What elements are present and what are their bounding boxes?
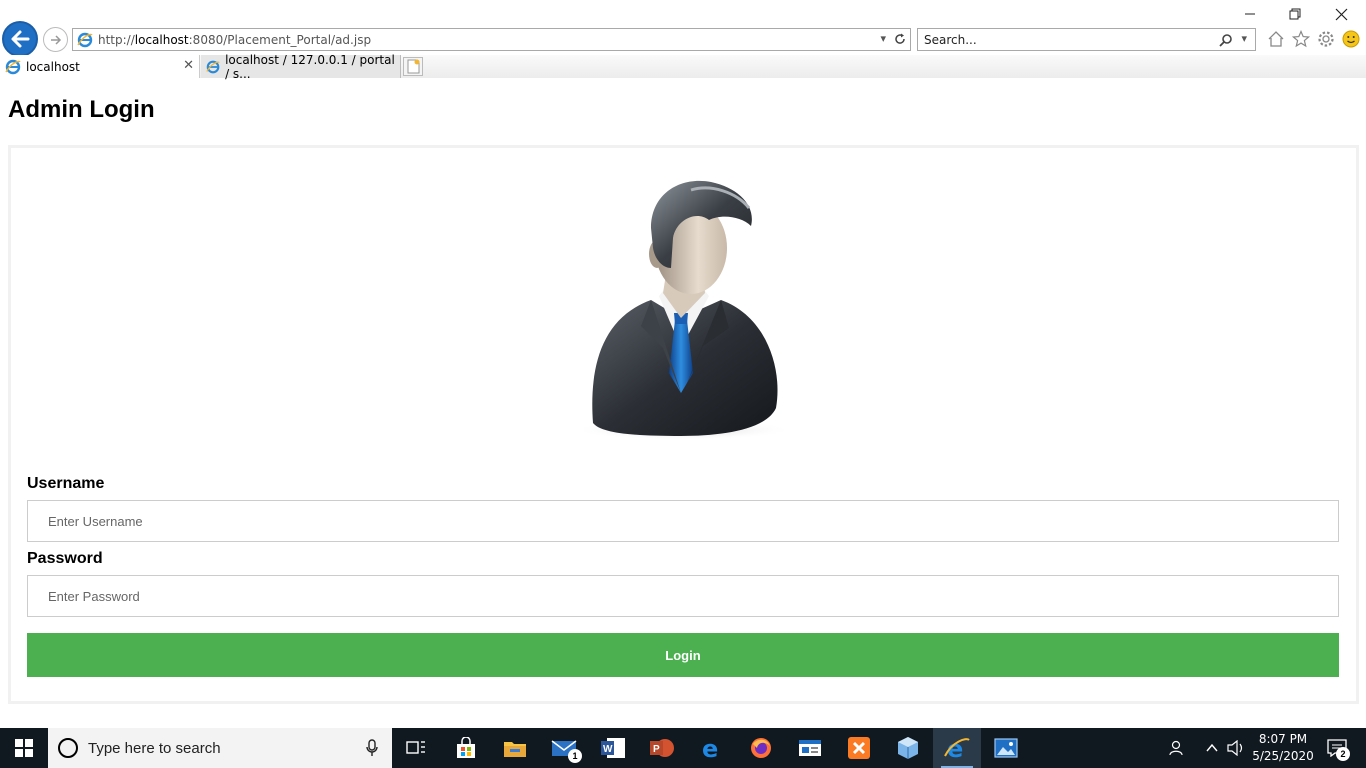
edge-icon: e bbox=[702, 736, 718, 760]
start-button[interactable] bbox=[0, 728, 48, 768]
tab-label: localhost bbox=[26, 59, 80, 74]
refresh-icon[interactable] bbox=[894, 33, 906, 45]
system-clock[interactable]: 8:07 PM 5/25/2020 bbox=[1248, 731, 1318, 765]
tab-localhost[interactable]: localhost ✕ bbox=[0, 55, 200, 78]
ie-tab-icon bbox=[206, 60, 220, 73]
volume-icon[interactable] bbox=[1227, 728, 1245, 768]
username-input[interactable] bbox=[27, 500, 1339, 542]
password-label: Password bbox=[27, 550, 103, 567]
close-window-button[interactable] bbox=[1326, 4, 1356, 24]
virtualbox-app[interactable] bbox=[884, 728, 932, 768]
ie-page-icon bbox=[77, 32, 93, 47]
taskbar-search-box[interactable]: Type here to search bbox=[48, 728, 392, 768]
close-icon bbox=[1335, 8, 1347, 20]
new-tab-button[interactable] bbox=[403, 57, 423, 76]
clock-time: 8:07 PM bbox=[1258, 732, 1308, 746]
taskbar-search-placeholder: Type here to search bbox=[88, 739, 221, 757]
cube-icon bbox=[898, 737, 918, 759]
tab-phpmyadmin[interactable]: localhost / 127.0.0.1 / portal / s... bbox=[201, 52, 401, 81]
internet-explorer-icon: e bbox=[944, 736, 970, 760]
file-explorer-app[interactable] bbox=[491, 728, 539, 768]
username-label: Username bbox=[27, 475, 105, 492]
chevron-up-icon[interactable] bbox=[1206, 728, 1218, 768]
windows-logo-icon bbox=[15, 739, 33, 757]
admin-avatar-image bbox=[573, 180, 791, 440]
clock-date: 5/25/2020 bbox=[1252, 749, 1314, 763]
search-icon[interactable] bbox=[1219, 33, 1233, 47]
tab-strip: localhost ✕ localhost / 127.0.0.1 / port… bbox=[0, 52, 1366, 81]
gear-icon[interactable] bbox=[1316, 29, 1336, 49]
powerpoint-icon: P bbox=[650, 739, 674, 757]
login-button[interactable]: Login bbox=[27, 633, 1339, 677]
minimize-button[interactable] bbox=[1235, 4, 1265, 24]
address-bar[interactable]: http://localhost:8080/Placement_Portal/a… bbox=[72, 28, 911, 51]
svg-text:e: e bbox=[702, 736, 718, 760]
login-form: Username Password Login bbox=[8, 145, 1359, 704]
notification-center-button[interactable]: 2 bbox=[1322, 728, 1352, 768]
address-tools: ▾ bbox=[880, 32, 906, 45]
internet-explorer-app[interactable]: e bbox=[933, 728, 981, 768]
smiley-feedback-icon[interactable] bbox=[1341, 29, 1361, 49]
taskbar: Type here to search 1 W P e e 8:07 PM 5/… bbox=[0, 728, 1366, 768]
folder-icon bbox=[504, 742, 526, 757]
store-bag-icon bbox=[457, 737, 475, 758]
browser-chrome: http://localhost:8080/Placement_Portal/a… bbox=[0, 0, 1366, 81]
search-input[interactable] bbox=[924, 32, 1204, 47]
photos-icon bbox=[994, 738, 1018, 758]
firefox-icon bbox=[751, 738, 771, 758]
notification-badge: 2 bbox=[1336, 747, 1350, 761]
search-dropdown-icon[interactable]: ▾ bbox=[1241, 32, 1247, 45]
search-bar[interactable]: ▾ bbox=[917, 28, 1256, 51]
forward-button[interactable] bbox=[43, 27, 68, 52]
dropdown-icon[interactable]: ▾ bbox=[880, 32, 886, 45]
photos-app[interactable] bbox=[982, 728, 1030, 768]
password-input[interactable] bbox=[27, 575, 1339, 617]
powerpoint-app[interactable]: P bbox=[638, 728, 686, 768]
minimize-icon bbox=[1245, 13, 1255, 15]
restore-icon bbox=[1289, 8, 1301, 20]
favorites-star-icon[interactable] bbox=[1291, 29, 1311, 49]
task-view-icon bbox=[406, 741, 425, 754]
url-text: http://localhost:8080/Placement_Portal/a… bbox=[98, 32, 372, 47]
back-button[interactable] bbox=[2, 21, 38, 57]
word-app[interactable]: W bbox=[589, 728, 637, 768]
tab-label: localhost / 127.0.0.1 / portal / s... bbox=[225, 52, 395, 81]
microphone-icon[interactable] bbox=[366, 739, 378, 757]
restore-button[interactable] bbox=[1280, 4, 1310, 24]
edge-app[interactable]: e bbox=[688, 728, 736, 768]
home-icon[interactable] bbox=[1266, 29, 1286, 49]
mail-app[interactable]: 1 bbox=[540, 728, 588, 768]
arrow-right-icon bbox=[50, 34, 61, 45]
close-tab-icon[interactable]: ✕ bbox=[183, 58, 194, 73]
xampp-app[interactable] bbox=[835, 728, 883, 768]
arrow-left-icon bbox=[11, 30, 30, 48]
mail-badge: 1 bbox=[568, 749, 582, 763]
window-app-icon bbox=[799, 740, 821, 756]
toolbar-icons bbox=[1266, 29, 1361, 49]
xampp-icon bbox=[848, 737, 870, 759]
new-tab-icon bbox=[407, 59, 419, 74]
app-window-blue[interactable] bbox=[786, 728, 834, 768]
firefox-app[interactable] bbox=[737, 728, 785, 768]
microsoft-store-app[interactable] bbox=[442, 728, 490, 768]
people-icon[interactable] bbox=[1168, 728, 1186, 768]
cortana-circle-icon bbox=[58, 738, 78, 758]
svg-text:W: W bbox=[603, 744, 613, 755]
ie-tab-icon bbox=[5, 59, 21, 74]
task-view-button[interactable] bbox=[392, 728, 440, 768]
word-icon: W bbox=[601, 738, 625, 758]
page-title: Admin Login bbox=[8, 96, 155, 123]
svg-text:P: P bbox=[653, 744, 660, 755]
